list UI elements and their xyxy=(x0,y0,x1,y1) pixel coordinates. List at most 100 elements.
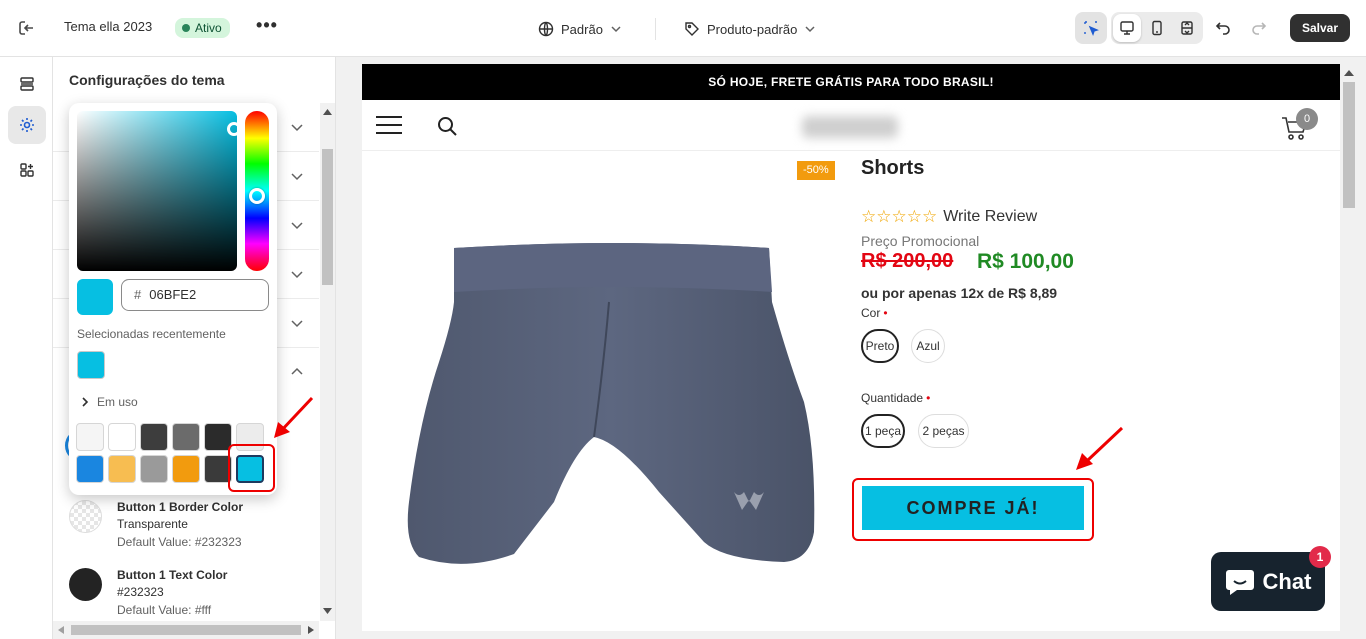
product-image[interactable] xyxy=(404,242,824,572)
desktop-view-button[interactable] xyxy=(1113,14,1141,42)
tag-icon xyxy=(685,22,699,36)
sections-nav-button[interactable] xyxy=(8,65,46,103)
palette-swatch[interactable] xyxy=(172,455,200,483)
expand-icon xyxy=(1181,21,1193,35)
scroll-left-icon xyxy=(58,626,64,634)
preview-scrollbar[interactable] xyxy=(1340,64,1358,631)
store-logo[interactable] xyxy=(802,116,898,138)
store-preview: SÓ HOJE, FRETE GRÁTIS PARA TODO BRASIL! … xyxy=(362,64,1340,631)
recent-color-swatch[interactable] xyxy=(77,351,105,379)
option-label-text: Cor xyxy=(861,306,881,320)
locale-label: Padrão xyxy=(561,21,603,37)
installments-text: ou por apenas 12x de R$ 8,89 xyxy=(861,285,1058,301)
more-actions-button[interactable]: ••• xyxy=(256,16,278,38)
sections-icon xyxy=(20,77,34,91)
current-color-preview xyxy=(77,279,113,315)
panel-title: Configurações do tema xyxy=(69,72,225,88)
palette-swatch[interactable] xyxy=(108,455,136,483)
panel-horizontal-scrollbar[interactable] xyxy=(53,621,319,639)
color-option-azul[interactable]: Azul xyxy=(911,329,945,363)
annotation-arrow-icon xyxy=(274,396,314,438)
saturation-value-area[interactable] xyxy=(77,111,241,271)
hex-input[interactable]: #06BFE2 xyxy=(121,279,269,311)
status-badge: Ativo xyxy=(175,18,230,38)
quantity-option-label: Quantidade • xyxy=(861,391,930,405)
setting-label: Button 1 Border Color xyxy=(117,500,243,514)
cursor-select-icon xyxy=(1084,21,1099,36)
setting-value: Transparente xyxy=(117,517,188,531)
rating-stars[interactable]: ☆☆☆☆☆ Write Review xyxy=(861,207,1037,227)
hue-knob[interactable] xyxy=(249,188,265,204)
transparent-swatch[interactable] xyxy=(69,500,102,533)
palette-swatch[interactable] xyxy=(172,423,200,451)
hue-slider[interactable] xyxy=(245,111,269,271)
palette-swatch[interactable] xyxy=(76,455,104,483)
setting-label: Button 1 Text Color xyxy=(117,568,228,582)
chat-notification-badge: 1 xyxy=(1309,546,1331,568)
promo-price-label: Preço Promocional xyxy=(861,233,980,249)
scroll-thumb[interactable] xyxy=(1343,82,1355,208)
required-asterisk: • xyxy=(926,391,931,405)
exit-icon[interactable] xyxy=(16,17,38,39)
color-option-preto[interactable]: Preto xyxy=(861,329,899,363)
palette-swatch[interactable] xyxy=(140,455,168,483)
hex-value: 06BFE2 xyxy=(149,287,197,302)
palette-swatch[interactable] xyxy=(108,423,136,451)
chevron-down-icon xyxy=(291,173,303,181)
apps-icon xyxy=(20,163,34,177)
scroll-thumb[interactable] xyxy=(71,625,301,635)
template-selector[interactable]: Produto-padrão xyxy=(683,20,817,38)
required-asterisk: • xyxy=(883,306,888,320)
editor-topbar: Tema ella 2023 Ativo ••• Padrão Produto-… xyxy=(0,0,1366,57)
theme-settings-nav-button[interactable] xyxy=(8,106,46,144)
qty-option-2[interactable]: 2 peças xyxy=(918,414,969,448)
scroll-right-icon xyxy=(308,626,314,634)
locale-selector[interactable]: Padrão xyxy=(537,20,623,38)
desktop-icon xyxy=(1120,21,1134,35)
setting-default: Default Value: #fff xyxy=(117,603,212,617)
panel-scrollbar[interactable] xyxy=(320,103,335,621)
menu-icon[interactable] xyxy=(376,116,402,134)
undo-icon[interactable] xyxy=(1212,17,1234,39)
chevron-down-icon xyxy=(805,26,815,33)
option-label-text: Quantidade xyxy=(861,391,924,405)
store-header: 0 xyxy=(362,100,1340,151)
chat-label: Chat xyxy=(1262,568,1312,594)
view-controls xyxy=(1075,12,1203,44)
setting-default: Default Value: #232323 xyxy=(117,535,242,549)
color-picker-popover: #06BFE2 Selecionadas recentemente Em uso xyxy=(69,103,277,495)
stars-icon: ☆☆☆☆☆ xyxy=(861,207,938,226)
setting-value: #232323 xyxy=(117,585,164,599)
mobile-view-button[interactable] xyxy=(1143,14,1171,42)
chat-button[interactable]: Chat xyxy=(1211,552,1325,611)
redo-icon[interactable] xyxy=(1248,17,1270,39)
scroll-thumb[interactable] xyxy=(322,149,333,285)
announcement-bar: SÓ HOJE, FRETE GRÁTIS PARA TODO BRASIL! xyxy=(362,64,1340,100)
chevron-down-icon xyxy=(611,26,621,33)
mobile-icon xyxy=(1152,20,1162,36)
in-use-toggle[interactable]: Em uso xyxy=(81,395,138,409)
scroll-up-icon xyxy=(1344,70,1354,76)
qty-option-1[interactable]: 1 peça xyxy=(861,414,905,448)
chevron-down-icon xyxy=(291,320,303,328)
divider xyxy=(655,18,656,40)
fullwidth-view-button[interactable] xyxy=(1173,14,1201,42)
palette-swatch[interactable] xyxy=(140,423,168,451)
inspector-toggle-button[interactable] xyxy=(1075,12,1107,44)
palette-swatch[interactable] xyxy=(76,423,104,451)
gear-icon xyxy=(20,118,34,132)
apps-nav-button[interactable] xyxy=(8,151,46,189)
search-icon[interactable] xyxy=(436,115,458,137)
saturation-knob[interactable] xyxy=(227,122,241,136)
globe-icon xyxy=(538,21,554,37)
left-nav xyxy=(0,57,53,639)
save-button[interactable]: Salvar xyxy=(1290,14,1350,42)
write-review-link[interactable]: Write Review xyxy=(943,208,1037,226)
scroll-up-icon xyxy=(323,109,332,115)
color-swatch[interactable] xyxy=(69,568,102,601)
in-use-label: Em uso xyxy=(97,395,138,409)
chevron-right-icon xyxy=(82,397,89,407)
sale-price: R$ 100,00 xyxy=(977,250,1074,273)
chat-bubble-icon xyxy=(1225,569,1254,595)
discount-badge: -50% xyxy=(797,161,835,180)
